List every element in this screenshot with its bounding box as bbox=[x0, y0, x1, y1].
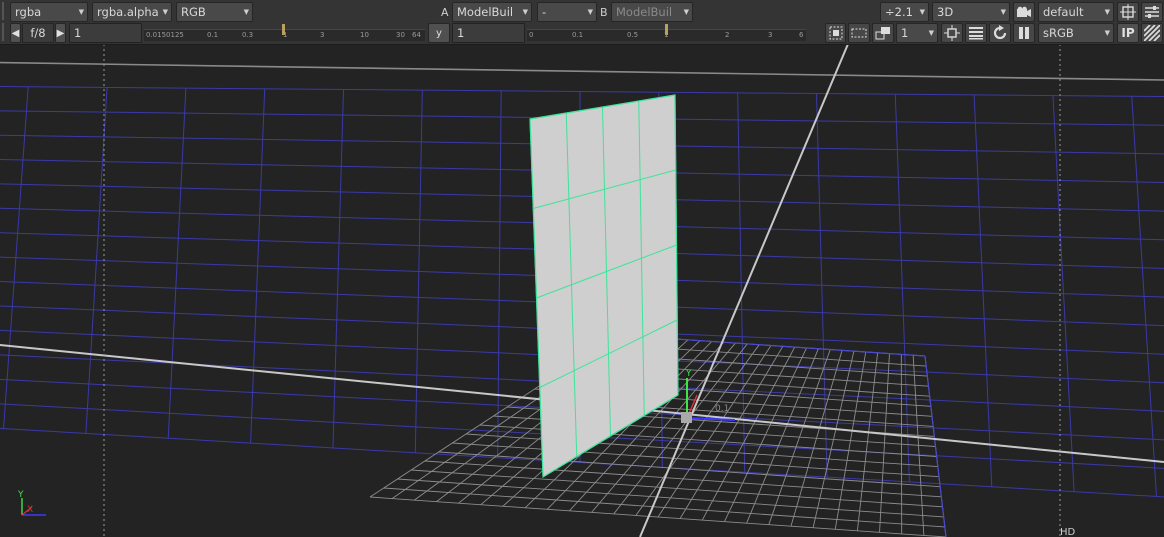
gain-tick: 0.3 bbox=[242, 31, 254, 39]
refresh-icon bbox=[993, 25, 1007, 40]
arrow-right-icon: ▶ bbox=[56, 27, 65, 39]
render-icon bbox=[944, 25, 960, 41]
gain-slider-handle[interactable] bbox=[282, 24, 285, 35]
gain-tick: 0.0150125 bbox=[146, 31, 184, 39]
lines-icon bbox=[969, 27, 983, 40]
gamma-tick: 2 bbox=[725, 31, 730, 39]
lines-button[interactable] bbox=[965, 23, 987, 43]
gamma-tick: 0.1 bbox=[572, 31, 584, 39]
corner-y-label: Y bbox=[17, 490, 24, 500]
camera-icon bbox=[1017, 6, 1031, 17]
chevron-down-icon: ▼ bbox=[683, 8, 689, 16]
toolbar-grip-2[interactable] bbox=[2, 23, 4, 41]
refresh-button[interactable] bbox=[989, 23, 1011, 43]
gain-slider[interactable]: 0.0150125 0.1 0.3 1 3 10 30 64 bbox=[144, 24, 425, 41]
checker-button[interactable] bbox=[825, 23, 846, 43]
alpha-channel-dropdown[interactable]: rgba.alpha ▼ bbox=[92, 2, 172, 22]
gamma-tick: 0.5 bbox=[627, 31, 639, 39]
chevron-down-icon: ▼ bbox=[1104, 29, 1110, 37]
proxy-scale-dropdown[interactable]: 1 ▼ bbox=[896, 23, 938, 43]
display-channel-dropdown[interactable]: RGB ▼ bbox=[176, 2, 253, 22]
gamma-slider-handle[interactable] bbox=[665, 24, 668, 35]
gizmo-center-handle[interactable] bbox=[681, 412, 692, 423]
roi-button[interactable] bbox=[1117, 2, 1139, 22]
gain-tick: 64 bbox=[412, 31, 421, 39]
gamma-tick: 3 bbox=[768, 31, 773, 39]
checker-icon bbox=[829, 26, 842, 40]
compare-mode-dropdown[interactable]: - ▼ bbox=[537, 2, 597, 22]
gain-tick: 10 bbox=[360, 31, 369, 39]
input-process-button[interactable]: IP bbox=[1117, 23, 1139, 43]
toolbar-grip[interactable] bbox=[2, 2, 4, 20]
view-mode-dropdown[interactable]: 3D ▼ bbox=[932, 2, 1010, 22]
gamma-tick: 0 bbox=[529, 31, 534, 39]
settings-icon bbox=[1145, 6, 1159, 18]
chevron-down-icon: ▼ bbox=[587, 8, 593, 16]
gain-tick: 3 bbox=[320, 31, 325, 39]
viewer-settings-button[interactable] bbox=[1141, 2, 1163, 22]
pause-icon bbox=[1019, 27, 1029, 39]
gamma-tick: 6 bbox=[799, 31, 804, 39]
proxy-icon bbox=[875, 27, 890, 40]
stripe-icon bbox=[1144, 25, 1160, 41]
chevron-down-icon: ▼ bbox=[928, 29, 934, 37]
gain-tick: 0.1 bbox=[207, 31, 219, 39]
input-a-label: A bbox=[441, 5, 449, 19]
input-b-dropdown[interactable]: ModelBuil ▼ bbox=[611, 2, 693, 22]
gamma-toggle-button[interactable]: y bbox=[428, 23, 450, 43]
camera-button[interactable] bbox=[1013, 2, 1035, 22]
chevron-down-icon: ▼ bbox=[919, 8, 925, 16]
gizmo-y-label: Y bbox=[685, 369, 692, 379]
gain-input[interactable]: 1 bbox=[69, 23, 142, 43]
input-a-dropdown[interactable]: ModelBuil ▼ bbox=[452, 2, 532, 22]
chevron-down-icon: ▼ bbox=[522, 8, 528, 16]
region-button[interactable] bbox=[848, 23, 870, 43]
fstop-increase-button[interactable]: ▶ bbox=[55, 23, 66, 43]
viewer-3d-viewport[interactable]: Y 0.1 Y X HD bbox=[0, 0, 1164, 537]
chevron-down-icon: ▼ bbox=[243, 8, 249, 16]
viewer-toolbar: rgba ▼ rgba.alpha ▼ RGB ▼ A ModelBuil ▼ - ▼ B… bbox=[0, 0, 1164, 45]
chevron-down-icon: ▼ bbox=[78, 8, 84, 16]
gain-dropdown[interactable]: ÷2.1 ▼ bbox=[880, 2, 929, 22]
roi-icon bbox=[1120, 4, 1136, 20]
input-b-label: B bbox=[600, 5, 608, 19]
lut-dropdown[interactable]: sRGB ▼ bbox=[1038, 23, 1114, 43]
pause-button[interactable] bbox=[1013, 23, 1035, 43]
chevron-down-icon: ▼ bbox=[162, 8, 168, 16]
fstop-value[interactable]: f/8 bbox=[22, 23, 54, 43]
camera-dropdown[interactable]: default ▼ bbox=[1038, 2, 1114, 22]
gamma-slider[interactable]: 0 0.1 0.5 1 2 3 6 bbox=[527, 24, 806, 41]
render-button[interactable] bbox=[941, 23, 963, 43]
chevron-down-icon: ▼ bbox=[1000, 8, 1006, 16]
gain-tick: 30 bbox=[396, 31, 405, 39]
gamma-input[interactable]: 1 bbox=[452, 23, 525, 43]
region-icon bbox=[851, 28, 867, 38]
fstop-decrease-button[interactable]: ◀ bbox=[10, 23, 21, 43]
corner-x-label: X bbox=[27, 505, 33, 515]
channels-dropdown[interactable]: rgba ▼ bbox=[10, 2, 88, 22]
gizmo-value-label: 0.1 bbox=[715, 404, 729, 414]
wipe-button[interactable] bbox=[1141, 23, 1163, 43]
format-label: HD bbox=[1060, 527, 1076, 537]
arrow-left-icon: ◀ bbox=[11, 27, 20, 39]
chevron-down-icon: ▼ bbox=[1104, 8, 1110, 16]
proxy-button[interactable] bbox=[872, 23, 894, 43]
